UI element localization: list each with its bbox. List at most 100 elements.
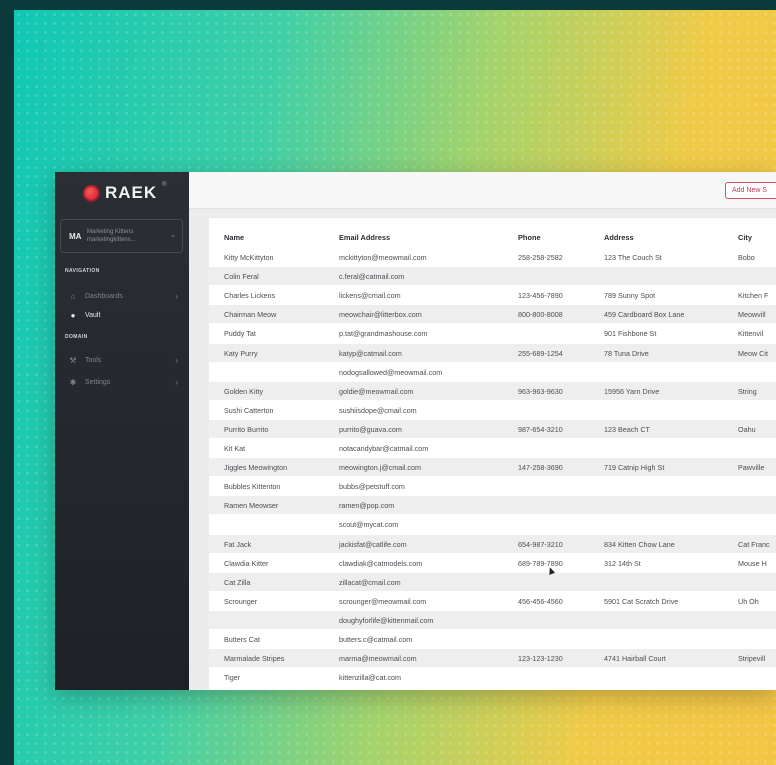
cell-email: sushiisdope@cmail.com bbox=[339, 405, 417, 415]
table-row[interactable]: Fat Jack jackisfat@catlife.com 654-987-321… bbox=[209, 534, 776, 553]
sidebar-item-tools[interactable]: ⚒ Tools › bbox=[66, 353, 178, 367]
cell-name: Puddy Tat bbox=[224, 329, 256, 339]
cell-email: scout@mycat.com bbox=[339, 520, 399, 530]
column-header-city[interactable]: City bbox=[738, 233, 776, 242]
table-row[interactable]: nodogsallowed@meowmail.com bbox=[209, 363, 776, 381]
cell-email: bubbs@petstuff.com bbox=[339, 482, 405, 492]
table-row[interactable]: Clawdia Kitter clawdiak@catmodels.com 689-… bbox=[209, 554, 776, 572]
table-row[interactable]: Colin Feral c.feral@catmail.com bbox=[209, 267, 776, 286]
cell-phone: 258-258-2582 bbox=[518, 253, 563, 262]
table-row[interactable]: Bubbles Kittenton bubbs@petstuff.com bbox=[209, 477, 776, 495]
table-row[interactable]: Chairman Meow meowchair@litterbox.com 800-… bbox=[209, 305, 776, 324]
table-row[interactable]: Ramen Meowser ramen@pop.com bbox=[209, 496, 776, 515]
cell-email: scrounger@meowmail.com bbox=[339, 596, 427, 606]
table-row[interactable]: Butters Cat butters.c@catmail.com bbox=[209, 630, 776, 648]
cell-address: 15956 Yarn Drive bbox=[604, 386, 660, 396]
cell-email: lickens@cmail.com bbox=[339, 291, 401, 301]
cell-name: Sushi Catterton bbox=[224, 405, 274, 415]
table-row[interactable]: Puddy Tat p.tat@grandmashouse.com 901 Fish… bbox=[209, 324, 776, 342]
cell-phone: 123-456-7890 bbox=[518, 291, 563, 301]
cell-phone: 987-654-3210 bbox=[518, 424, 563, 434]
cell-name: Bubbles Kittenton bbox=[224, 482, 281, 492]
cell-address: 901 Fishbone St bbox=[604, 329, 657, 339]
tools-icon: ⚒ bbox=[69, 355, 77, 365]
cell-city: Stripevill bbox=[738, 654, 766, 664]
table-row[interactable]: scout@mycat.com bbox=[209, 515, 776, 533]
table-row[interactable]: Golden Kitty goldie@meowmail.com 963-963-9… bbox=[209, 381, 776, 400]
cell-city: Mouse H bbox=[738, 558, 767, 568]
table-row[interactable]: Jiggles Meowington meowington.j@cmail.com… bbox=[209, 458, 776, 477]
cell-phone: 123-123-1230 bbox=[518, 654, 563, 664]
sidebar: RAEK ® MA Marketing Kittens marketingkit… bbox=[55, 172, 189, 690]
sidebar-item-dashboards[interactable]: ⌂ Dashboards › bbox=[66, 289, 178, 303]
table-header: Name Email Address Phone Address City bbox=[209, 228, 776, 246]
chevron-right-icon: › bbox=[175, 377, 178, 387]
table-row[interactable]: Purrito Burrito purrito@guava.com 987-654-… bbox=[209, 419, 776, 438]
cell-city: Meow Cit bbox=[738, 348, 768, 358]
data-table: Name Email Address Phone Address City Ki… bbox=[209, 218, 776, 690]
cell-address: 789 Sunny Spot bbox=[604, 291, 656, 301]
table-row[interactable]: doughyforlife@kittenmail.com bbox=[209, 610, 776, 629]
table-row[interactable]: Katy Purry katyp@catmail.com 255-689-1254 7… bbox=[209, 343, 776, 362]
cell-phone: 800-800-8008 bbox=[518, 310, 563, 320]
sidebar-item-vault[interactable]: ● Vault bbox=[66, 308, 178, 322]
cell-phone: 689-789-7890 bbox=[518, 558, 563, 568]
cell-name: Scrounger bbox=[224, 596, 258, 606]
brand-logo: RAEK ® bbox=[83, 180, 167, 206]
cell-city: Meowvill bbox=[738, 310, 766, 320]
table-row[interactable]: Charles Lickens lickens@cmail.com 123-456-… bbox=[209, 286, 776, 304]
home-icon: ⌂ bbox=[70, 291, 76, 301]
cell-name: Golden Kitty bbox=[224, 386, 264, 396]
cell-email: katyp@catmail.com bbox=[339, 348, 402, 358]
cell-address: 834 Kitten Chow Lane bbox=[604, 539, 675, 549]
cell-city: Uh Oh bbox=[738, 596, 759, 606]
table-row[interactable]: Marmalade Stripes marma@meowmail.com 123-1… bbox=[209, 649, 776, 668]
workspace-switcher[interactable]: MA Marketing Kittens marketingkittens...… bbox=[60, 219, 183, 253]
sidebar-item-label: Vault bbox=[85, 311, 101, 319]
column-header-phone[interactable]: Phone bbox=[518, 233, 598, 242]
cell-name: Butters Cat bbox=[224, 635, 260, 644]
cell-city: Pawville bbox=[738, 463, 765, 473]
cell-email: clawdiak@catmodels.com bbox=[339, 558, 423, 568]
cell-email: c.feral@catmail.com bbox=[339, 272, 405, 282]
table-row[interactable]: Scrounger scrounger@meowmail.com 456-456-4… bbox=[209, 592, 776, 610]
cell-name: Kitty McKittyton bbox=[224, 253, 274, 262]
cell-name: Charles Lickens bbox=[224, 291, 276, 301]
cell-name: Katy Purry bbox=[224, 348, 258, 358]
cell-name: Colin Feral bbox=[224, 272, 259, 282]
sidebar-item-label: Tools bbox=[85, 356, 102, 364]
section-label-domain: DOMAIN bbox=[65, 334, 88, 340]
cell-address: 78 Tuna Drive bbox=[604, 348, 649, 358]
table-row[interactable]: Cat Zilla zillacat@cmail.com bbox=[209, 572, 776, 591]
logo-icon bbox=[83, 184, 100, 202]
cell-city: Bobo bbox=[738, 253, 755, 262]
cell-name: Marmalade Stripes bbox=[224, 654, 285, 664]
chevron-right-icon: › bbox=[175, 291, 178, 301]
cell-phone: 456-456-4560 bbox=[518, 596, 563, 606]
cell-email: purrito@guava.com bbox=[339, 424, 402, 434]
table-row[interactable]: Sushi Catterton sushiisdope@cmail.com bbox=[209, 401, 776, 419]
table-row[interactable]: Kit Kat notacandybar@catmail.com bbox=[209, 439, 776, 457]
cell-email: nodogsallowed@meowmail.com bbox=[339, 367, 443, 377]
chevron-right-icon: › bbox=[175, 355, 178, 365]
column-header-name[interactable]: Name bbox=[224, 233, 329, 242]
column-header-email[interactable]: Email Address bbox=[339, 233, 517, 242]
table-row[interactable]: Tiger kittenzilla@cat.com bbox=[209, 668, 776, 686]
cell-email: butters.c@catmail.com bbox=[339, 635, 413, 644]
table-row[interactable]: Kitty McKittyton mckittyton@meowmail.com 2… bbox=[209, 248, 776, 266]
column-header-address[interactable]: Address bbox=[604, 233, 732, 242]
cell-email: zillacat@cmail.com bbox=[339, 577, 401, 587]
cell-email: marma@meowmail.com bbox=[339, 654, 417, 664]
section-label-navigation: NAVIGATION bbox=[65, 268, 100, 274]
add-new-button[interactable]: Add New S bbox=[725, 182, 776, 199]
sidebar-item-settings[interactable]: ✱ Settings › bbox=[66, 375, 178, 389]
cell-city: Kitchen F bbox=[738, 291, 769, 301]
cell-phone: 963-963-9630 bbox=[518, 386, 563, 396]
cell-city: String bbox=[738, 386, 757, 396]
cell-city: Cat Franc bbox=[738, 539, 770, 549]
cell-address: 4741 Hairball Court bbox=[604, 654, 666, 664]
chevron-updown-icon: ⌄ bbox=[170, 232, 176, 239]
cell-name: Fat Jack bbox=[224, 539, 252, 549]
cell-phone: 147-258-3690 bbox=[518, 463, 563, 473]
vault-icon: ● bbox=[70, 310, 76, 320]
